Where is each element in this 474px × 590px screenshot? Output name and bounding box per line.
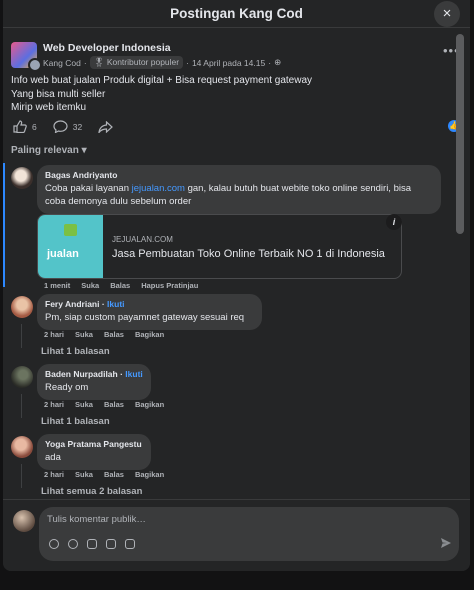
follow-button[interactable]: Ikuti (125, 369, 142, 379)
info-icon[interactable]: i (386, 214, 402, 230)
commenter-name[interactable]: Baden Nurpadilah (45, 369, 118, 379)
commenter-name[interactable]: Fery Andriani (45, 299, 99, 309)
comment-bubble: Bagas Andriyanto Coba pakai layanan jeju… (37, 165, 441, 214)
commenter-name[interactable]: Bagas Andriyanto (45, 170, 433, 180)
comment-text: Coba pakai layanan jejualan.com gan, kal… (45, 183, 412, 207)
chevron-down-icon: ▾ (81, 145, 87, 156)
comment-link[interactable]: jejualan.com (132, 183, 185, 194)
post-dialog: Postingan Kang Cod × Web Developer Indon… (3, 0, 470, 571)
commenter-avatar[interactable] (11, 296, 33, 318)
comment-like-button[interactable]: Suka (75, 330, 93, 339)
link-domain: JEJUALAN.COM (112, 235, 173, 244)
post-line: Info web buat jualan Produk digital + Bi… (11, 75, 313, 86)
comment-meta: 2 hari Suka Balas Bagikan (44, 330, 164, 339)
link-thumbnail: jualan (38, 215, 103, 278)
dialog-header: Postingan Kang Cod × (3, 0, 470, 28)
comment-time[interactable]: 2 hari (44, 330, 64, 339)
comment-reply-button[interactable]: Balas (110, 281, 130, 290)
commenter-avatar[interactable] (11, 436, 33, 458)
comment-count: 32 (72, 121, 83, 132)
scrollbar-thumb[interactable] (456, 34, 464, 234)
comment-time[interactable]: 2 hari (44, 400, 64, 409)
gif-icon[interactable] (106, 539, 116, 549)
post-date[interactable]: 14 April pada 14.15 (192, 58, 265, 68)
comment-button[interactable]: 32 (53, 120, 82, 133)
comment-reply-button[interactable]: Balas (104, 400, 124, 409)
sort-dropdown[interactable]: Paling relevan ▾ (11, 145, 87, 156)
comment-composer (3, 499, 470, 571)
comment-bubble: Baden Nurpadilah · Ikuti Ready om (37, 364, 151, 400)
follow-button[interactable]: Ikuti (107, 299, 124, 309)
avatar-sticker-icon[interactable] (49, 539, 59, 549)
author-avatar[interactable] (28, 58, 42, 72)
remove-preview-button[interactable]: Hapus Pratinjau (141, 281, 198, 290)
post-scroll-area[interactable]: Web Developer Indonesia Kang Cod · 🎖 Kon… (3, 29, 470, 498)
post-line: Mirip web itemku (11, 102, 87, 113)
comment-time[interactable]: 1 menit (44, 281, 70, 290)
share-icon (98, 120, 114, 133)
comment-bubble: Yoga Pratama Pangestu ada (37, 434, 151, 470)
group-name[interactable]: Web Developer Indonesia (43, 42, 171, 54)
dialog-title: Postingan Kang Cod (170, 6, 303, 21)
comment-meta: 1 menit Suka Balas Hapus Pratinjau (44, 281, 198, 290)
comment-like-button[interactable]: Suka (81, 281, 99, 290)
link-preview-card[interactable]: jualan JEJUALAN.COM Jasa Pembuatan Toko … (37, 214, 402, 279)
post-line: Yang bisa multi seller (11, 88, 106, 100)
close-icon[interactable]: × (434, 1, 460, 27)
comment-share-button[interactable]: Bagikan (135, 400, 164, 409)
author-name[interactable]: Kang Cod (43, 58, 81, 68)
like-button[interactable]: 6 (13, 120, 37, 133)
comment-bubble-icon (53, 120, 68, 133)
comment-share-button[interactable]: Bagikan (135, 330, 164, 339)
current-user-avatar[interactable] (13, 510, 35, 532)
comment-text: Pm, siap custom payamnet gateway sesuai … (45, 312, 245, 323)
commenter-avatar[interactable] (11, 366, 33, 388)
commenter-name[interactable]: Yoga Pratama Pangestu (45, 439, 143, 449)
view-replies-link[interactable]: Lihat 1 balasan (41, 346, 110, 357)
comment-bubble: Fery Andriani · Ikuti Pm, siap custom pa… (37, 294, 262, 330)
view-replies-link[interactable]: Lihat semua 2 balasan (41, 486, 142, 497)
reply-thread-line (21, 394, 22, 418)
commenter-avatar[interactable] (11, 167, 33, 189)
comment-like-button[interactable]: Suka (75, 400, 93, 409)
link-title: Jasa Pembuatan Toko Online Terbaik NO 1 … (112, 248, 385, 260)
like-count: 6 (32, 121, 37, 132)
commenter-row: Fery Andriani · Ikuti (45, 299, 125, 309)
comment-input-box[interactable] (39, 507, 459, 561)
camera-icon[interactable] (87, 539, 97, 549)
comment-time[interactable]: 2 hari (44, 470, 64, 479)
sticker-icon[interactable] (125, 539, 135, 549)
send-icon[interactable] (440, 537, 452, 549)
comment-input[interactable] (47, 514, 427, 525)
shopping-bag-icon (64, 224, 77, 236)
group-avatar[interactable] (11, 42, 42, 72)
reply-thread-line (21, 324, 22, 348)
comment-like-button[interactable]: Suka (75, 470, 93, 479)
post-meta: Kang Cod · 🎖 Kontributor populer · 14 Ap… (43, 56, 282, 69)
share-button[interactable] (98, 120, 114, 133)
reply-thread-line (21, 464, 22, 488)
post-actions: 6 32 (13, 120, 129, 133)
jejualan-logo: jualan (47, 248, 79, 260)
comment-text: Ready om (45, 382, 89, 393)
audience-globe-icon: ⊕ (274, 57, 282, 67)
comment-reply-button[interactable]: Balas (104, 470, 124, 479)
emoji-icon[interactable] (68, 539, 78, 549)
comment-share-button[interactable]: Bagikan (135, 470, 164, 479)
contributor-badge: 🎖 Kontributor populer (89, 56, 184, 69)
composer-tools (49, 539, 135, 549)
comment-text: ada (45, 452, 61, 463)
commenter-row: Baden Nurpadilah · Ikuti (45, 369, 143, 379)
comment-reply-button[interactable]: Balas (104, 330, 124, 339)
comment-meta: 2 hari Suka Balas Bagikan (44, 470, 164, 479)
highlight-bar (3, 163, 5, 287)
view-replies-link[interactable]: Lihat 1 balasan (41, 416, 110, 427)
post-text: Info web buat jualan Produk digital + Bi… (11, 74, 312, 115)
comment-meta: 2 hari Suka Balas Bagikan (44, 400, 164, 409)
thumbs-up-icon (13, 120, 27, 133)
